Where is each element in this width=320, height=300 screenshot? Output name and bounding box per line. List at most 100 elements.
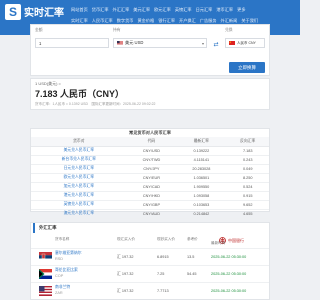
- nav-item[interactable]: 港币汇率: [216, 7, 233, 13]
- from-currency-label: 持有: [113, 28, 121, 32]
- swap-icon[interactable]: ⇄: [211, 39, 221, 49]
- pair-name[interactable]: 加元兑人民币汇率: [31, 182, 127, 192]
- latest-rate: 4.115141: [176, 155, 227, 165]
- currency-code: ZAR: [55, 291, 63, 295]
- nav-item[interactable]: 网站首页: [71, 7, 88, 13]
- update-time: 2025-06-22 05:30:00: [211, 289, 247, 293]
- nav-item[interactable]: 日元汇率: [196, 7, 213, 13]
- cash-rate: 7.25: [157, 272, 165, 276]
- column-header: 参考价: [187, 237, 198, 241]
- pair-name[interactable]: 美元兑人民币汇率: [31, 146, 127, 156]
- reverse-rate: 4.655: [226, 209, 269, 219]
- table-row[interactable]: 欧元兑人民币汇率 CNY/EUR 1.036501 8.250: [31, 173, 269, 183]
- column-header: 反向汇率: [226, 137, 269, 147]
- nav-item[interactable]: 黄金价格: [137, 18, 154, 24]
- latest-rate: 1.036501: [176, 173, 227, 183]
- nav-item[interactable]: 货币汇率: [92, 7, 109, 13]
- from-currency-select[interactable]: 美元 USD ▾: [113, 38, 207, 48]
- nav-item[interactable]: 开户换汇: [179, 18, 196, 24]
- us-flag-icon: [39, 286, 52, 296]
- currency-code: COP: [55, 274, 64, 278]
- from-currency-value: 美元 USD: [125, 40, 144, 45]
- latest-rate: 0.103653: [176, 200, 227, 210]
- currency-name[interactable]: 南非兰特: [55, 285, 70, 290]
- pair-code: CNY/USD: [126, 146, 177, 156]
- to-currency-label: 兑换: [225, 28, 233, 32]
- us-flag-icon: [117, 41, 123, 45]
- column-header: 最新汇率: [176, 137, 227, 147]
- nav-item[interactable]: 外汇汇率: [113, 7, 130, 13]
- pair-name[interactable]: 港元兑人民币汇率: [31, 191, 127, 201]
- site-logo[interactable]: S 实时汇率: [5, 3, 65, 20]
- latest-rate: 0.214842: [176, 209, 227, 219]
- nav-item[interactable]: 外汇新闻: [221, 18, 238, 24]
- nav-item[interactable]: 银行汇率: [158, 18, 175, 24]
- reverse-rate: 0.049: [226, 164, 269, 174]
- pair-code: CNY/TWD: [126, 155, 177, 165]
- table-row[interactable]: 新台币兑人民币汇率 CNY/TWD 4.115141 0.243: [31, 155, 269, 165]
- amount-input[interactable]: 1: [35, 38, 109, 48]
- latest-rate: 1.909550: [176, 182, 227, 192]
- table-row[interactable]: 日元兑人民币汇率 CNY/JPY 20.283028 0.049: [31, 164, 269, 174]
- column-header: 现钞买入价: [157, 237, 175, 241]
- pair-name[interactable]: 新台币兑人民币汇率: [31, 155, 127, 165]
- bank-rates-columns: 货币名称 现汇买入价 现钞买入价 参考价 最新时间: [31, 234, 269, 245]
- reverse-rate: 9.652: [226, 200, 269, 210]
- buy-rate: 汇 197.32: [117, 289, 134, 293]
- column-header: 代码: [126, 137, 177, 147]
- result-amount: 7.183 人民币（CNY）: [35, 89, 125, 99]
- nav-item[interactable]: 更多: [237, 7, 245, 13]
- table-row[interactable]: 塞尔维亚第纳尔 RSD 汇 197.32 6.8915 13.5 2025-06…: [31, 248, 269, 264]
- reverse-rate: 0.524: [226, 182, 269, 192]
- pair-code: CNY/CAD: [126, 182, 177, 192]
- update-time: 2025-06-22 05:30:00: [211, 272, 247, 276]
- latest-rate: 0.139222: [176, 146, 227, 156]
- column-header: 货币对: [31, 137, 127, 147]
- table-row[interactable]: 哥伦比亚比索 COP 汇 197.32 7.25 54.45 2025-06-2…: [31, 265, 269, 281]
- pair-name[interactable]: 欧元兑人民币汇率: [31, 173, 127, 183]
- rates-table-panel: 常见货币对人民币汇率 货币对 代码 最新汇率 反向汇率 美元兑人民币汇率 CNY/…: [30, 128, 270, 219]
- cash-rate: 7.7713: [157, 289, 169, 293]
- nav-item[interactable]: 数字货币: [117, 18, 134, 24]
- table-row[interactable]: 港元兑人民币汇率 CNY/HKD 1.093058 0.915: [31, 191, 269, 201]
- to-currency-value: 人民币 CNY: [237, 40, 256, 45]
- nav-row-1: 网站首页 货币汇率 外汇汇率 美元汇率 欧元汇率 英镑汇率 日元汇率 港币汇率 …: [71, 4, 296, 15]
- nav-item[interactable]: 美元汇率: [133, 7, 150, 13]
- table-row[interactable]: 英镑兑人民币汇率 CNY/GBP 0.103653 9.652: [31, 200, 269, 210]
- reverse-rate: 7.183: [226, 146, 269, 156]
- amount-label: 金额: [35, 28, 43, 32]
- pair-name[interactable]: 英镑兑人民币汇率: [31, 200, 127, 210]
- nav-item[interactable]: 实时汇率: [71, 18, 88, 24]
- column-header: 货币名称: [55, 237, 70, 241]
- latest-rate: 1.093058: [176, 191, 227, 201]
- logo-text: 实时汇率: [24, 8, 64, 19]
- currency-code: RSD: [55, 257, 64, 261]
- cn-flag-icon: [229, 41, 235, 45]
- currency-name[interactable]: 塞尔维亚第纳尔: [55, 251, 82, 256]
- nav-item[interactable]: 关于我们: [241, 18, 258, 24]
- table-row[interactable]: 美元兑人民币汇率 CNY/USD 0.139222 7.183: [31, 146, 269, 156]
- latest-rate: 20.283028: [176, 164, 227, 174]
- pair-name[interactable]: 日元兑人民币汇率: [31, 164, 127, 174]
- pair-name[interactable]: 澳元兑人民币汇率: [31, 209, 127, 219]
- convert-button[interactable]: 立即换算: [229, 62, 265, 73]
- nav-item[interactable]: 英镑汇率: [175, 7, 192, 13]
- buy-rate: 汇 197.32: [117, 272, 134, 276]
- rates-table: 货币对 代码 最新汇率 反向汇率 美元兑人民币汇率 CNY/USD 0.139222…: [31, 137, 269, 219]
- reverse-rate: 0.915: [226, 191, 269, 201]
- bank-rates-title: 外汇汇率: [33, 223, 269, 233]
- nav-item[interactable]: 欧元汇率: [154, 7, 171, 13]
- column-header: 最新时间: [211, 241, 226, 245]
- to-currency-select[interactable]: 人民币 CNY: [225, 38, 265, 48]
- table-row[interactable]: 南非兰特 ZAR 汇 197.32 7.7713 2025-06-22 05:3…: [31, 282, 269, 298]
- table-row[interactable]: 澳元兑人民币汇率 CNY/AUD 0.214842 4.655: [31, 209, 269, 219]
- currency-name[interactable]: 哥伦比亚比索: [55, 268, 78, 273]
- pair-code: CNY/HKD: [126, 191, 177, 201]
- nav-item[interactable]: 人民币汇率: [92, 18, 113, 24]
- amount-value: 1: [39, 40, 42, 46]
- table-row[interactable]: 加元兑人民币汇率 CNY/CAD 1.909550 0.524: [31, 182, 269, 192]
- pair-code: CNY/AUD: [126, 209, 177, 219]
- nav-item[interactable]: 广告服务: [200, 18, 217, 24]
- reverse-rate: 0.243: [226, 155, 269, 165]
- update-time: 2025-06-22 05:30:00: [211, 255, 247, 259]
